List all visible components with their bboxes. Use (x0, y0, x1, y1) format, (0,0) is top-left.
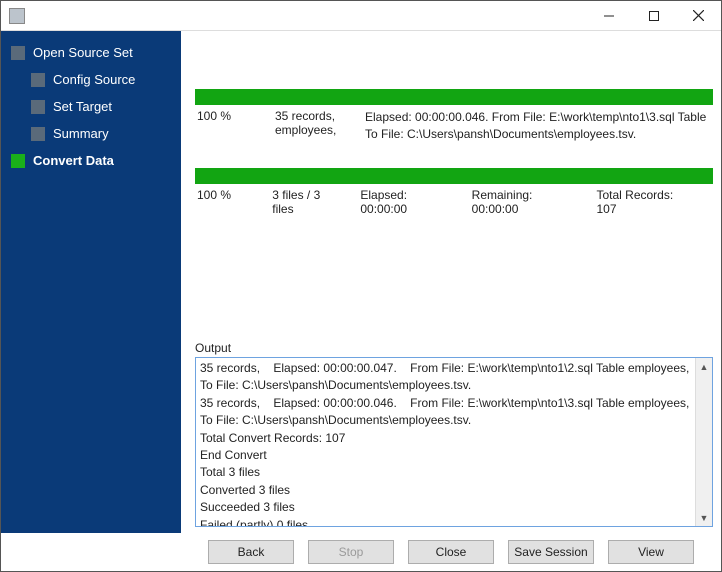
step-set-target[interactable]: Set Target (1, 93, 181, 120)
button-bar: Back Stop Close Save Session View (1, 533, 721, 571)
window-controls (586, 1, 721, 30)
record-progress-count: 35 records, employees, (275, 109, 365, 137)
title-bar (1, 1, 721, 31)
step-open-source-set[interactable]: Open Source Set (1, 39, 181, 66)
wizard-sidebar: Open Source Set Config Source Set Target… (1, 31, 181, 533)
file-progress-bar (195, 168, 713, 184)
content-pane: 100 % 35 records, employees, Elapsed: 00… (181, 31, 721, 533)
record-progress-details: Elapsed: 00:00:00.046. From File: E:\wor… (365, 109, 711, 144)
step-label: Summary (53, 126, 109, 141)
step-marker-icon (11, 154, 25, 168)
file-progress-percent: 100 % (197, 188, 272, 216)
file-progress-info: 100 % 3 files / 3 files Elapsed: 00:00:0… (195, 184, 713, 216)
step-summary[interactable]: Summary (1, 120, 181, 147)
stop-button[interactable]: Stop (308, 540, 394, 564)
output-text[interactable]: 35 records, Elapsed: 00:00:00.047. From … (196, 358, 695, 526)
output-scrollbar[interactable]: ▲ ▼ (695, 358, 712, 526)
output-label: Output (195, 341, 713, 357)
record-progress-info: 100 % 35 records, employees, Elapsed: 00… (195, 105, 713, 144)
step-label: Convert Data (33, 153, 114, 168)
step-marker-icon (11, 46, 25, 60)
step-label: Open Source Set (33, 45, 133, 60)
step-label: Set Target (53, 99, 112, 114)
file-progress-total: Total Records: 107 (596, 188, 693, 216)
step-marker-icon (31, 73, 45, 87)
close-icon (693, 10, 704, 21)
output-text-content: 35 records, Elapsed: 00:00:00.047. From … (200, 361, 695, 526)
close-window-button[interactable] (676, 1, 721, 30)
record-progress-bar (195, 89, 713, 105)
file-progress-files: 3 files / 3 files (272, 188, 342, 216)
scroll-up-icon[interactable]: ▲ (696, 358, 712, 375)
app-icon (9, 8, 25, 24)
step-marker-icon (31, 100, 45, 114)
record-progress-block: 100 % 35 records, employees, Elapsed: 00… (195, 89, 713, 144)
step-config-source[interactable]: Config Source (1, 66, 181, 93)
minimize-button[interactable] (586, 1, 631, 30)
file-progress-remaining: Remaining: 00:00:00 (472, 188, 579, 216)
file-progress-elapsed: Elapsed: 00:00:00 (360, 188, 453, 216)
output-box[interactable]: 35 records, Elapsed: 00:00:00.047. From … (195, 357, 713, 527)
scroll-down-icon[interactable]: ▼ (696, 509, 712, 526)
main-area: Open Source Set Config Source Set Target… (1, 31, 721, 533)
record-progress-percent: 100 % (197, 109, 275, 123)
maximize-icon (649, 11, 659, 21)
scroll-track[interactable] (696, 375, 712, 509)
step-label: Config Source (53, 72, 135, 87)
maximize-button[interactable] (631, 1, 676, 30)
close-button[interactable]: Close (408, 540, 494, 564)
back-button[interactable]: Back (208, 540, 294, 564)
view-button[interactable]: View (608, 540, 694, 564)
file-progress-block: 100 % 3 files / 3 files Elapsed: 00:00:0… (195, 168, 713, 216)
save-session-button[interactable]: Save Session (508, 540, 594, 564)
step-marker-icon (31, 127, 45, 141)
minimize-icon (604, 11, 614, 21)
step-convert-data[interactable]: Convert Data (1, 147, 181, 174)
